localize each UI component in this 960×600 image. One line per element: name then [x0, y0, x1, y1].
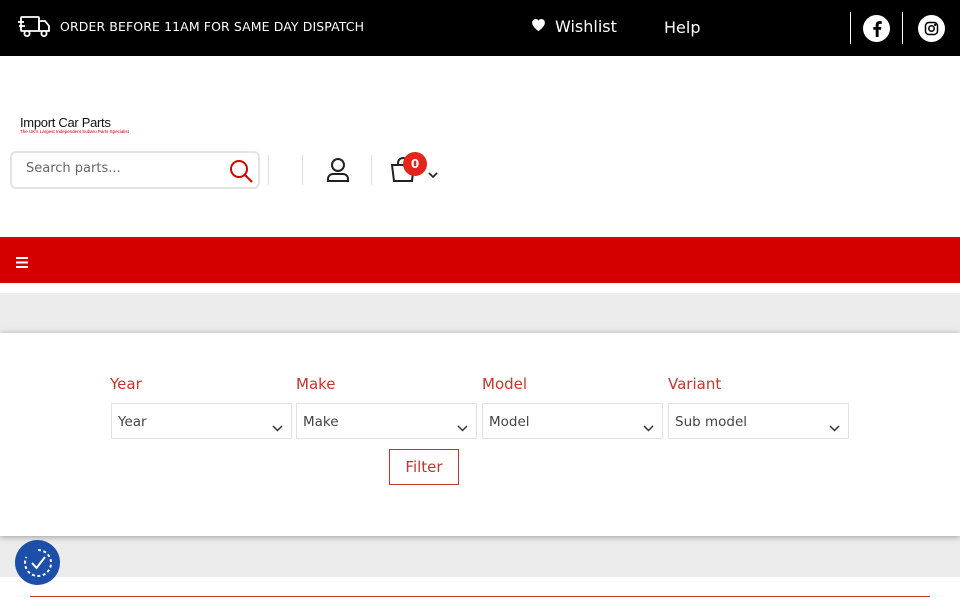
chevron-down-icon	[829, 417, 840, 436]
top-bar: ORDER BEFORE 11AM FOR SAME DAY DISPATCH …	[0, 0, 960, 56]
divider	[30, 596, 930, 597]
year-select[interactable]: Year	[111, 403, 292, 439]
filter-button[interactable]: Filter	[389, 449, 459, 485]
chevron-down-icon	[272, 417, 283, 436]
heart-icon	[530, 16, 547, 36]
chevron-down-icon[interactable]	[428, 164, 438, 183]
facebook-icon[interactable]	[863, 15, 890, 42]
search-input[interactable]	[26, 161, 226, 176]
accessibility-widget-icon[interactable]	[15, 540, 60, 585]
logo-title: Import Car Parts	[20, 115, 111, 130]
year-label: Year	[110, 375, 142, 393]
divider	[371, 155, 372, 185]
divider	[268, 155, 269, 185]
search-icon[interactable]	[228, 158, 254, 188]
year-select-value: Year	[118, 414, 147, 430]
grey-band	[0, 293, 960, 335]
instagram-icon[interactable]	[918, 15, 945, 42]
variant-select-value: Sub model	[675, 414, 748, 430]
variant-select[interactable]: Sub model	[668, 403, 849, 439]
divider	[902, 12, 903, 44]
chevron-down-icon	[457, 417, 468, 436]
wishlist-link[interactable]: Wishlist	[530, 16, 617, 36]
search-box	[10, 151, 260, 189]
make-label: Make	[296, 375, 336, 393]
help-link[interactable]: Help	[664, 18, 700, 37]
grey-band	[0, 535, 960, 577]
chevron-down-icon	[643, 417, 654, 436]
model-select-value: Model	[489, 414, 530, 430]
divider	[850, 12, 851, 44]
main-nav-bar	[0, 237, 960, 283]
hamburger-menu-icon[interactable]	[16, 253, 28, 272]
variant-label: Variant	[668, 375, 722, 393]
wishlist-label: Wishlist	[555, 16, 617, 36]
logo-subtitle: The UK's Largest Independent Subaru Part…	[20, 129, 129, 134]
account-icon[interactable]	[326, 157, 350, 187]
divider	[302, 155, 303, 185]
make-select-value: Make	[303, 414, 339, 430]
dispatch-notice: ORDER BEFORE 11AM FOR SAME DAY DISPATCH	[60, 19, 365, 34]
vehicle-filter-panel: Year Make Model Variant Year Make Model …	[0, 333, 960, 536]
model-select[interactable]: Model	[482, 403, 663, 439]
model-label: Model	[482, 375, 528, 393]
cart-count-badge: 0	[403, 152, 427, 176]
make-select[interactable]: Make	[296, 403, 477, 439]
site-logo[interactable]: Import Car Parts The UK's Largest Indepe…	[20, 115, 129, 134]
truck-icon	[18, 14, 52, 44]
